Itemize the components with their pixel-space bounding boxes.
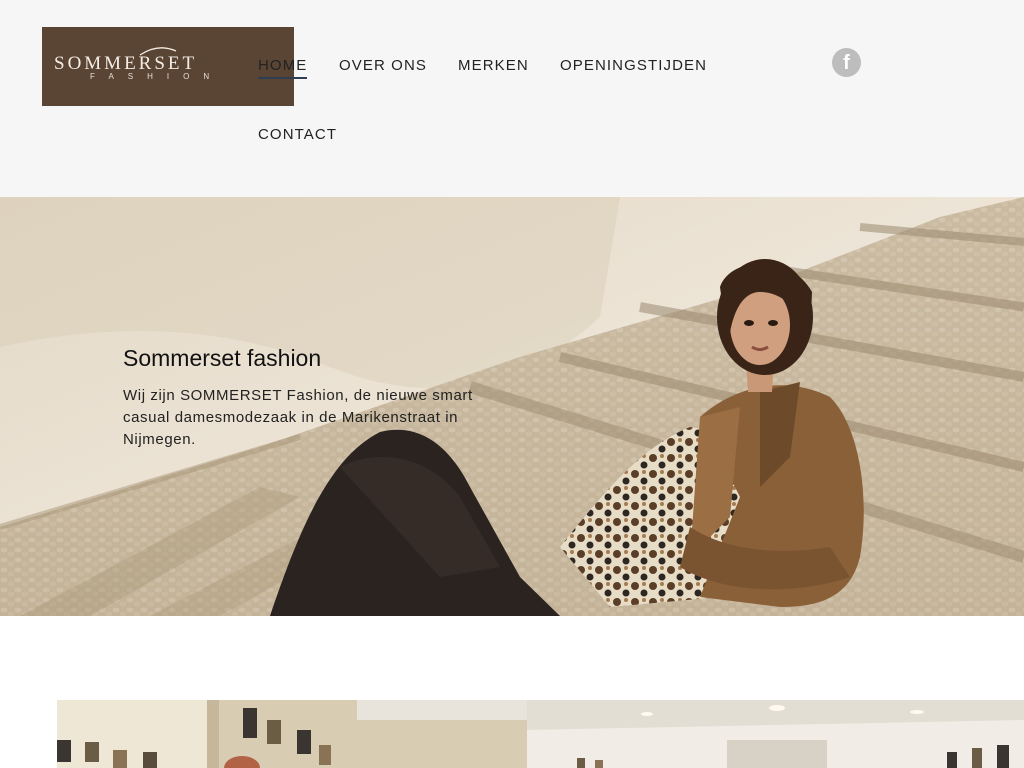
- nav-item-over-ons[interactable]: OVER ONS: [339, 56, 427, 76]
- nav-item-contact[interactable]: CONTACT: [258, 125, 337, 145]
- store-photo-2-image: [527, 700, 1024, 768]
- store-photo-1-image: [57, 700, 527, 768]
- nav-item-home[interactable]: HOME: [258, 56, 307, 76]
- logo-subtext: FASHION: [90, 72, 224, 81]
- facebook-glyph: f: [843, 52, 850, 74]
- logo-text: SOMMERSET: [54, 53, 198, 74]
- hero-title: Sommerset fashion: [123, 345, 322, 371]
- nav-item-openingstijden[interactable]: OPENINGSTIJDEN: [560, 56, 707, 76]
- store-photo-2[interactable]: [527, 700, 1024, 768]
- site-header: SOMMERSET FASHION HOME OVER ONS MERKEN O…: [0, 0, 1024, 197]
- nav-active-underline: [258, 77, 307, 79]
- hero-banner: Sommerset fashion Wij zijn SOMMERSET Fas…: [0, 197, 1024, 616]
- store-photo-1[interactable]: [57, 700, 527, 768]
- nav-item-merken[interactable]: MERKEN: [458, 56, 529, 76]
- hero-description: Wij zijn SOMMERSET Fashion, de nieuwe sm…: [123, 387, 473, 448]
- logo[interactable]: SOMMERSET FASHION: [42, 27, 294, 106]
- facebook-icon[interactable]: f: [832, 48, 861, 77]
